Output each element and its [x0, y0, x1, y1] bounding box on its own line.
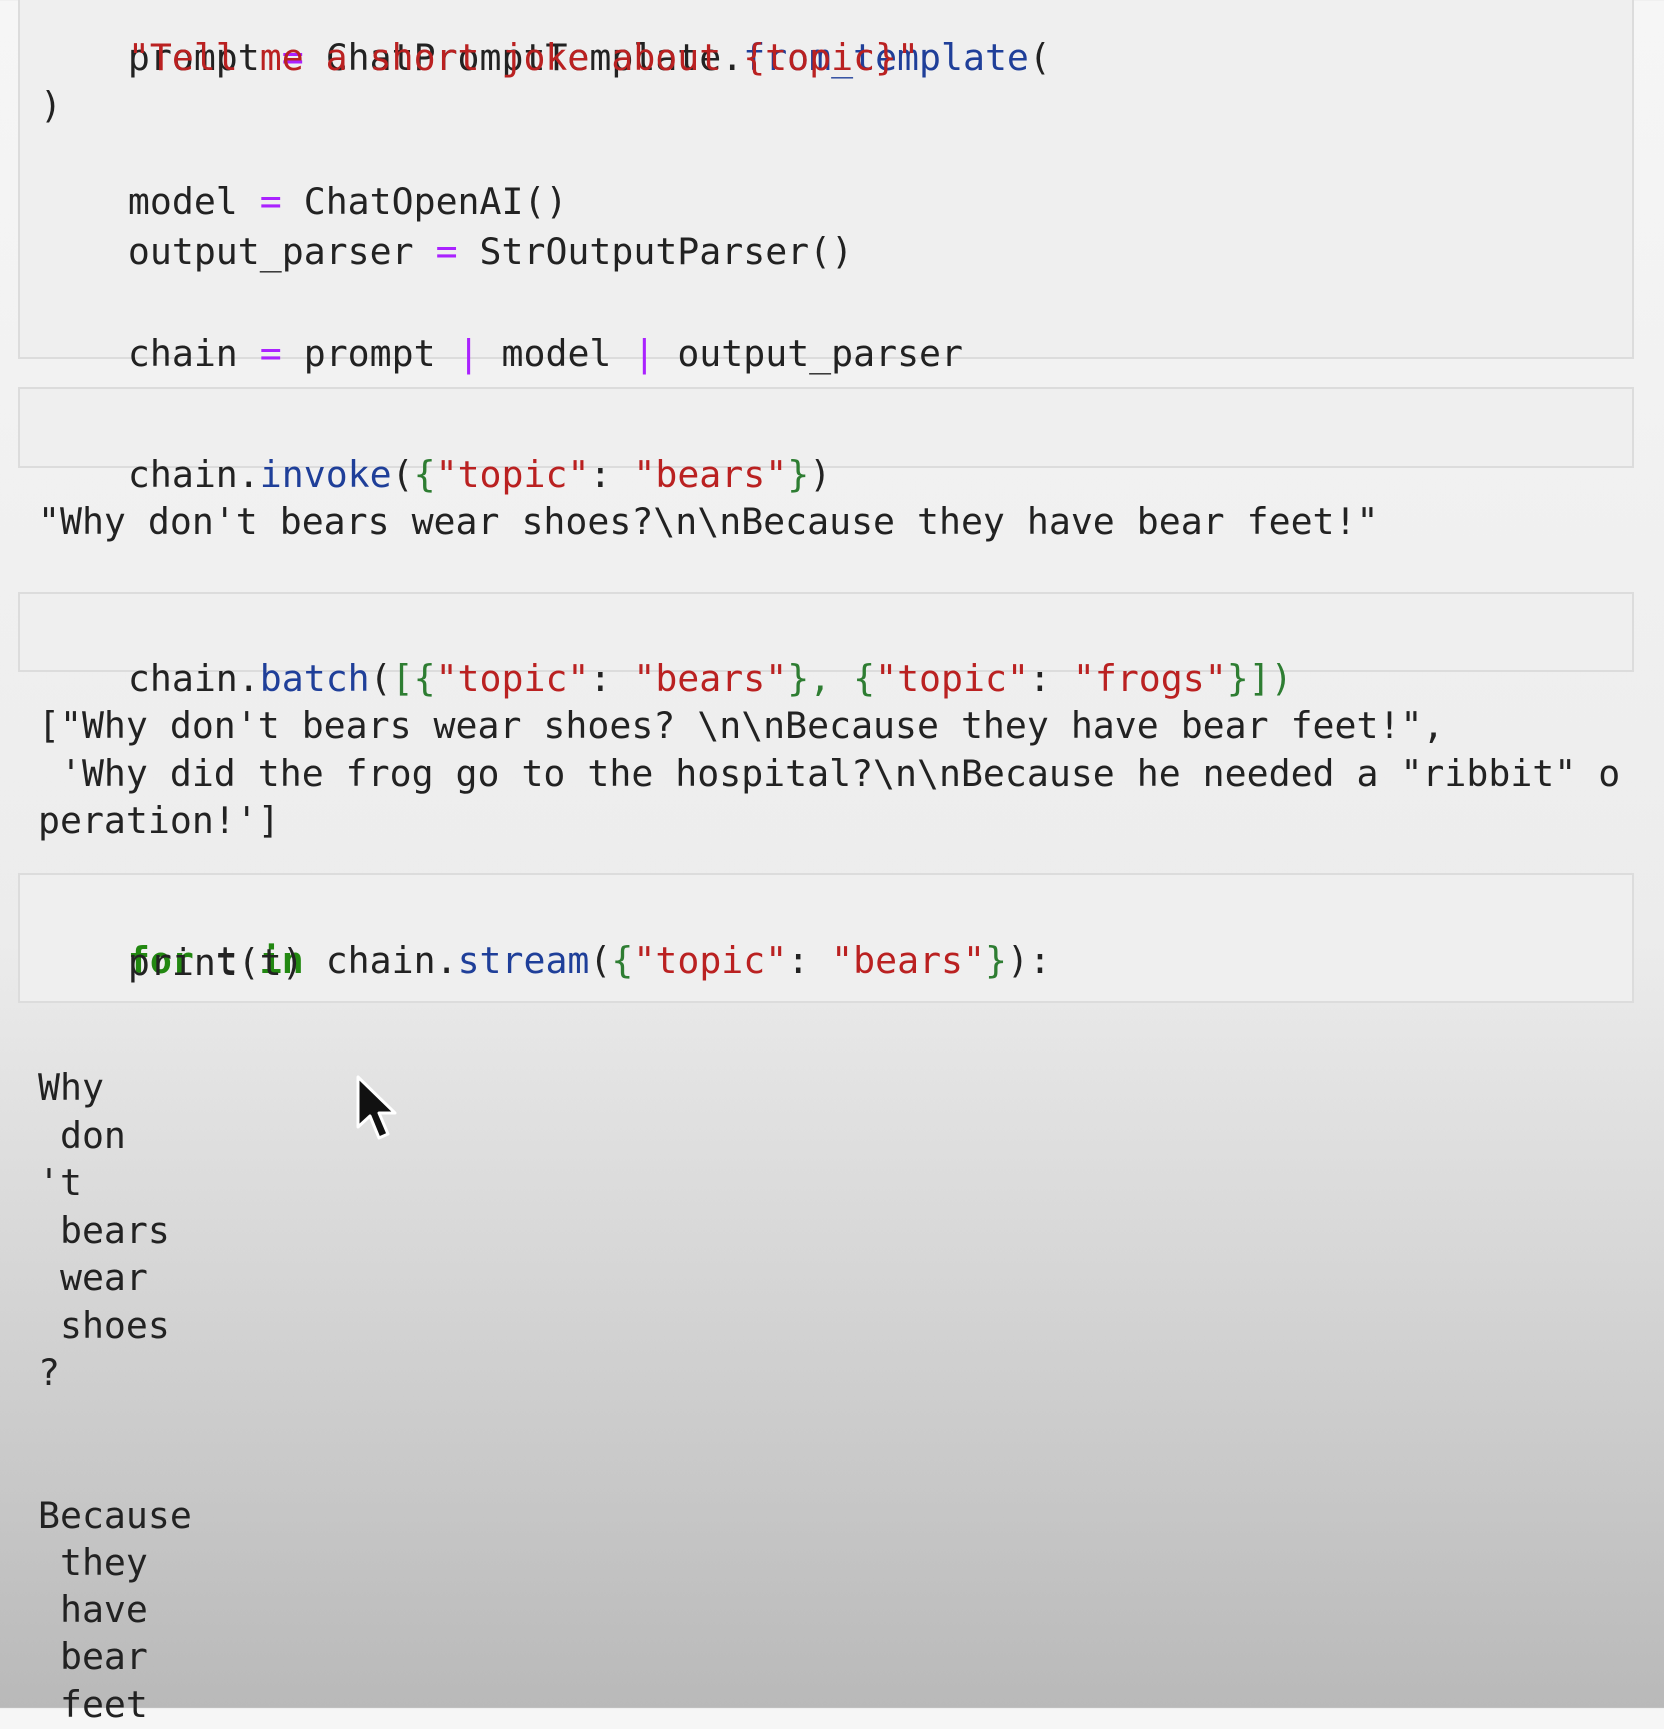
stream-token: they — [38, 1541, 148, 1584]
code-cell-chain-definition[interactable]: prompt = ChatPromptTemplate.from_templat… — [18, 0, 1634, 375]
code-token: output_parser — [655, 332, 964, 375]
code-brace: { — [831, 657, 876, 700]
mouse-pointer-icon — [355, 1075, 401, 1145]
stream-token: feet — [38, 1683, 148, 1726]
code-token: ( — [589, 939, 612, 982]
code-brace: [{ — [391, 657, 436, 700]
stream-token: Because — [38, 1494, 192, 1537]
code-token: : — [1028, 657, 1073, 700]
code-string: "bears" — [831, 939, 985, 982]
code-string: "bears" — [633, 657, 788, 700]
code-brace: }, — [787, 657, 832, 700]
code-token: chain — [127, 332, 260, 375]
code-string: "topic" — [435, 453, 590, 496]
code-function: batch — [259, 657, 370, 700]
code-operator: = — [435, 230, 458, 273]
code-function: stream — [457, 939, 590, 982]
code-token: model — [479, 332, 634, 375]
code-line-template-string: "Tell me a short joke about {topic}" — [40, 36, 919, 79]
code-operator: = — [259, 332, 282, 375]
code-cell-invoke[interactable]: chain.invoke({"topic": "bears"}) — [18, 387, 1634, 496]
code-pipe: | — [633, 332, 656, 375]
code-token: : — [787, 939, 832, 982]
stream-token: don — [38, 1114, 126, 1157]
code-token: chain. — [127, 453, 260, 496]
code-string: "bears" — [633, 453, 788, 496]
stream-token: Why — [38, 1066, 104, 1109]
stream-token: wear — [38, 1256, 148, 1299]
code-token: ( — [391, 453, 414, 496]
code-string: "frogs" — [1072, 657, 1227, 700]
code-token: output_parser — [127, 230, 436, 273]
code-token: ( — [369, 657, 392, 700]
code-line-close-paren: ) — [40, 84, 62, 127]
code-token: ) — [809, 453, 832, 496]
code-token: ( — [1028, 36, 1051, 79]
code-token: : — [589, 657, 634, 700]
stream-token: bear — [38, 1635, 148, 1678]
code-string: "topic" — [875, 657, 1029, 700]
code-token: prompt — [281, 332, 458, 375]
code-brace: } — [787, 453, 810, 496]
code-token: StrOutputParser() — [457, 230, 854, 273]
output-batch-line: 'Why did the frog go to the hospital?\n\… — [38, 752, 1621, 795]
stream-token: bears — [38, 1209, 170, 1252]
code-cell-batch[interactable]: chain.batch([{"topic": "bears"}, {"topic… — [18, 592, 1634, 700]
code-string: "topic" — [633, 939, 788, 982]
code-token: ): — [1006, 939, 1051, 982]
code-token: chain. — [303, 939, 458, 982]
code-line-print: print(t) — [40, 941, 304, 984]
code-token: : — [589, 453, 634, 496]
code-brace: }]) — [1226, 657, 1293, 700]
code-string: "topic" — [435, 657, 590, 700]
code-pipe: | — [457, 332, 480, 375]
code-token: chain. — [127, 657, 260, 700]
code-cell-stream[interactable]: for t in chain.stream({"topic": "bears"}… — [18, 873, 1634, 1003]
stream-token: 't — [38, 1161, 82, 1204]
stream-token: ? — [38, 1351, 60, 1394]
output-batch-line: ["Why don't bears wear shoes? \n\nBecaus… — [38, 704, 1445, 747]
code-function: invoke — [259, 453, 392, 496]
code-brace: } — [985, 939, 1007, 982]
output-batch-line: peration!'] — [38, 799, 280, 842]
stream-token: have — [38, 1588, 148, 1631]
stream-token: shoes — [38, 1304, 170, 1347]
output-invoke: "Why don't bears wear shoes?\n\nBecause … — [38, 500, 1379, 543]
code-brace: { — [413, 453, 436, 496]
code-brace: { — [611, 939, 634, 982]
